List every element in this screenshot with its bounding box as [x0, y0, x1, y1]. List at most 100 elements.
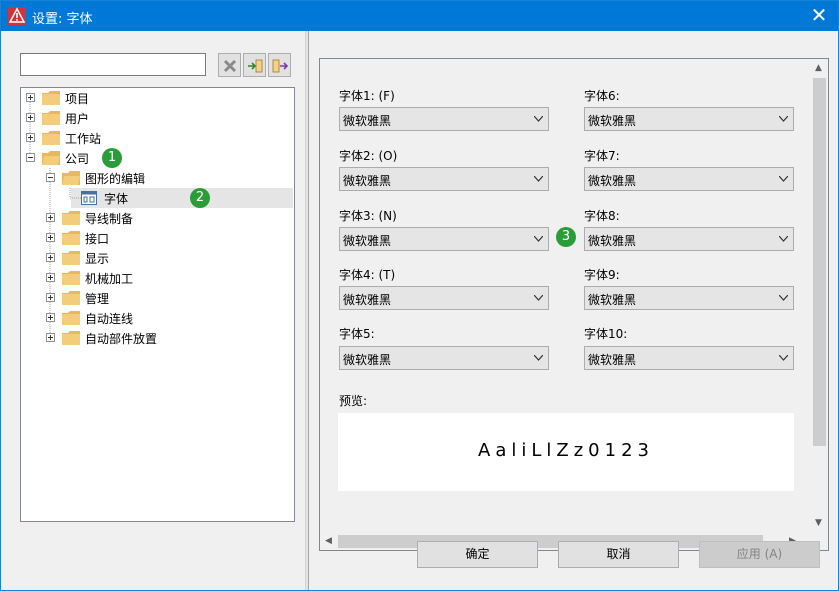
chevron-down-icon — [534, 176, 543, 182]
font3-value: 微软雅黑 — [343, 234, 392, 248]
tree-node-auto-part-placement[interactable]: 自动部件放置 — [45, 328, 285, 348]
chevron-down-icon — [534, 116, 543, 122]
font5-label: 字体5: — [339, 327, 375, 341]
tree-node-interface[interactable]: 接口 — [45, 228, 285, 248]
tree-node-label: 用户 — [65, 112, 90, 126]
font5-select[interactable]: 微软雅黑 — [339, 346, 549, 370]
collapse-toggle[interactable] — [46, 173, 55, 182]
font4-value: 微软雅黑 — [343, 293, 392, 307]
expand-toggle[interactable] — [46, 233, 55, 242]
open-folder-icon — [62, 171, 80, 185]
preview-label: 预览: — [339, 394, 368, 408]
font7-select[interactable]: 微软雅黑 — [584, 167, 794, 191]
tree-node-label: 接口 — [85, 232, 110, 246]
collapse-icon — [272, 59, 288, 73]
expand-toggle[interactable] — [46, 213, 55, 222]
expand-toggle[interactable] — [46, 253, 55, 262]
tree-node-company[interactable]: 公司 — [25, 148, 285, 168]
tree-search-input[interactable] — [20, 53, 206, 76]
font10-label: 字体10: — [584, 327, 628, 341]
tree-node-management[interactable]: 管理 — [45, 288, 285, 308]
font1-select[interactable]: 微软雅黑 — [339, 107, 549, 131]
font6-value: 微软雅黑 — [588, 114, 637, 128]
expand-toggle[interactable] — [46, 333, 55, 342]
tree-node-label: 显示 — [85, 252, 110, 266]
clear-search-button[interactable] — [218, 53, 241, 77]
expand-toggle[interactable] — [26, 93, 35, 102]
font9-select[interactable]: 微软雅黑 — [584, 286, 794, 310]
scroll-down-icon[interactable]: ▼ — [815, 518, 822, 528]
font1-value: 微软雅黑 — [343, 114, 392, 128]
tree-node-label: 项目 — [65, 92, 90, 106]
folder-icon — [62, 291, 80, 305]
vertical-scroll-thumb[interactable] — [813, 78, 826, 446]
font-settings-panel: 字体1: (F) 微软雅黑 字体2: (O) 微软雅黑 字体3: (N) 微软雅… — [319, 58, 829, 551]
tree-node-machining[interactable]: 机械加工 — [45, 268, 285, 288]
settings-tree[interactable]: 项目 用户 工作站 公司 图形的编辑 字体 导线制备 接口 显示 机械加工 管理… — [20, 87, 295, 522]
expand-toggle[interactable] — [26, 113, 35, 122]
folder-icon — [62, 251, 80, 265]
font10-select[interactable]: 微软雅黑 — [584, 346, 794, 370]
folder-icon — [42, 131, 60, 145]
font7-label: 字体7: — [584, 149, 620, 163]
tree-node-label: 自动连线 — [85, 312, 134, 326]
chevron-down-icon — [779, 355, 788, 361]
tree-node-graphic-editing[interactable]: 图形的编辑 — [45, 168, 285, 188]
tree-node-auto-connect[interactable]: 自动连线 — [45, 308, 285, 328]
ok-button[interactable]: 确定 — [417, 541, 538, 568]
tree-node-wire-preparation[interactable]: 导线制备 — [45, 208, 285, 228]
font4-label: 字体4: (T) — [339, 268, 396, 282]
settings-page-icon — [81, 191, 97, 205]
callout-badge-2: 2 — [190, 188, 210, 208]
close-button[interactable]: ✕ — [800, 1, 838, 31]
tree-node-project[interactable]: 项目 — [25, 88, 285, 108]
tree-node-display[interactable]: 显示 — [45, 248, 285, 268]
apply-button[interactable]: 应用 (A) — [699, 541, 820, 568]
scroll-up-icon[interactable]: ▲ — [815, 63, 822, 73]
tree-node-workstation[interactable]: 工作站 — [25, 128, 285, 148]
font2-label: 字体2: (O) — [339, 149, 398, 163]
tree-node-label: 字体 — [104, 192, 129, 206]
collapse-toggle[interactable] — [26, 153, 35, 162]
expand-icon — [248, 59, 263, 73]
font9-value: 微软雅黑 — [588, 293, 637, 307]
expand-toggle[interactable] — [46, 293, 55, 302]
vertical-scrollbar[interactable]: ▲ ▼ — [811, 59, 828, 533]
cancel-button[interactable]: 取消 — [558, 541, 679, 568]
collapse-all-button[interactable] — [268, 53, 291, 77]
tree-node-label: 导线制备 — [85, 212, 134, 226]
expand-toggle[interactable] — [46, 313, 55, 322]
callout-badge-3: 3 — [556, 227, 576, 247]
font-preview-box: AaliLlZz0123 — [338, 413, 794, 491]
font6-select[interactable]: 微软雅黑 — [584, 107, 794, 131]
open-folder-icon — [42, 151, 60, 165]
tree-node-label: 管理 — [85, 292, 110, 306]
font4-select[interactable]: 微软雅黑 — [339, 286, 549, 310]
font6-label: 字体6: — [584, 89, 620, 103]
settings-window: 设置: 字体 ✕ 项目 用户 工作站 公司 图形的编辑 字体 导线制备 接口 显… — [0, 0, 839, 591]
folder-icon — [62, 211, 80, 225]
font2-select[interactable]: 微软雅黑 — [339, 167, 549, 191]
chevron-down-icon — [534, 295, 543, 301]
tree-node-user[interactable]: 用户 — [25, 108, 285, 128]
font3-select[interactable]: 微软雅黑 — [339, 227, 549, 251]
font8-label: 字体8: — [584, 209, 620, 223]
tree-node-label: 机械加工 — [85, 272, 134, 286]
font1-label: 字体1: (F) — [339, 89, 395, 103]
tree-node-label: 图形的编辑 — [85, 172, 146, 186]
chevron-down-icon — [534, 236, 543, 242]
chevron-down-icon — [534, 355, 543, 361]
right-pane: 字体1: (F) 微软雅黑 字体2: (O) 微软雅黑 字体3: (N) 微软雅… — [309, 31, 838, 590]
folder-icon — [62, 311, 80, 325]
tree-node-fonts[interactable]: 字体 — [81, 188, 281, 208]
tree-node-label: 公司 — [65, 152, 90, 166]
expand-toggle[interactable] — [46, 273, 55, 282]
folder-icon — [62, 331, 80, 345]
window-title: 设置: 字体 — [32, 12, 93, 27]
font8-select[interactable]: 微软雅黑 — [584, 227, 794, 251]
chevron-down-icon — [779, 176, 788, 182]
warning-icon — [8, 7, 26, 25]
scroll-left-icon[interactable]: ◀ — [325, 536, 332, 546]
expand-all-button[interactable] — [243, 53, 266, 77]
expand-toggle[interactable] — [26, 133, 35, 142]
